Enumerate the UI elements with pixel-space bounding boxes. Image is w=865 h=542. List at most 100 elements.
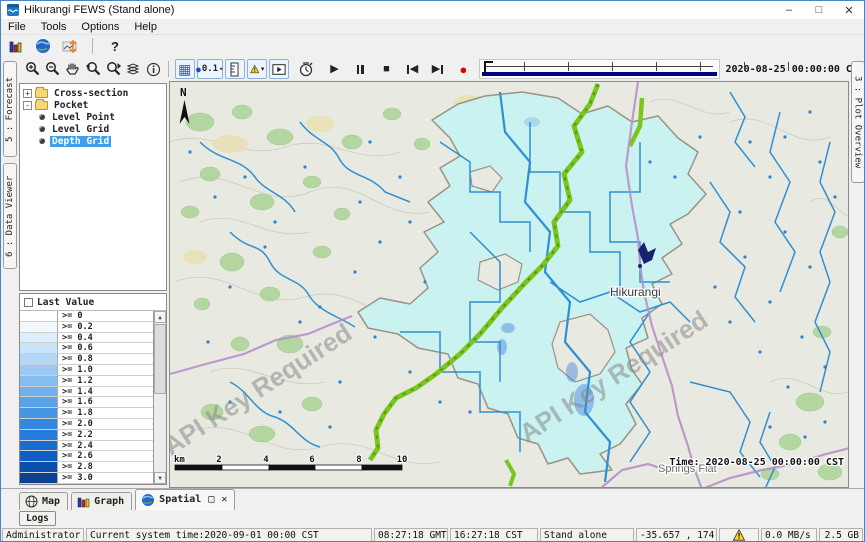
status-memory: 2.5 GB — [819, 528, 863, 542]
last-value-label: Last Value — [37, 297, 94, 308]
dot-icon: ● — [196, 65, 201, 74]
legend-row[interactable]: >= 0.2 — [20, 322, 153, 333]
legend-row[interactable]: >= 0.4 — [20, 333, 153, 344]
tree-item-label: Cross-section — [52, 88, 130, 99]
stop-button[interactable]: ■ — [376, 59, 396, 79]
folder-icon — [35, 89, 48, 98]
legend-row[interactable]: >= 1.0 — [20, 365, 153, 376]
status-bar: Administrator Current system time:2020-0… — [1, 527, 864, 542]
longitudinal-profile-button[interactable] — [60, 36, 80, 56]
legend-row[interactable]: >= 1.2 — [20, 376, 153, 387]
legend-label: >= 2.2 — [58, 430, 93, 440]
tree-item-cross-section[interactable]: + Cross-section — [23, 87, 166, 99]
tab-graph[interactable]: Graph — [71, 492, 132, 510]
help-button[interactable]: ? — [105, 36, 125, 56]
tab-data-viewer[interactable]: 6 : Data Viewer — [3, 163, 17, 269]
export-movie-button[interactable] — [269, 59, 289, 79]
skip-end-icon — [441, 65, 443, 74]
animation-settings-button[interactable] — [296, 59, 316, 79]
legend-row[interactable]: >= 0 — [20, 311, 153, 322]
close-icon[interactable]: ✕ — [834, 1, 864, 19]
app-window: Hikurangi FEWS (Stand alone) – □ ✕ FileT… — [0, 0, 865, 542]
logs-button[interactable]: Logs — [19, 511, 56, 526]
current-time-display: 2020-08-25 00:00:00 CST — [726, 64, 864, 75]
time-slider[interactable] — [479, 59, 719, 79]
pause-button[interactable] — [350, 59, 370, 79]
scroll-up-icon[interactable]: ▲ — [154, 311, 166, 323]
info-button[interactable] — [143, 59, 163, 79]
folder-icon — [35, 101, 48, 110]
node-bullet-icon — [39, 114, 45, 120]
warning-icon — [250, 62, 259, 76]
tab-forecast[interactable]: 5 : Forecast — [3, 61, 17, 157]
tree-item-pocket[interactable]: - Pocket — [23, 99, 166, 111]
svg-text:10: 10 — [397, 455, 408, 465]
play-button[interactable]: ▶ — [324, 59, 344, 79]
legend-row[interactable]: >= 2.4 — [20, 441, 153, 452]
minimize-icon[interactable]: – — [774, 1, 804, 19]
map-view[interactable]: API Key Required API Key Required Hikura… — [169, 81, 849, 488]
tab-graph-label: Graph — [94, 496, 124, 507]
status-warning-cell[interactable] — [719, 528, 759, 542]
zoom-in-button[interactable] — [23, 59, 43, 79]
skip-to-end-button[interactable]: ▶ — [427, 59, 447, 79]
spatial-display-button[interactable] — [33, 36, 53, 56]
expand-icon[interactable]: + — [23, 89, 32, 98]
scroll-down-icon[interactable]: ▼ — [154, 472, 166, 484]
skip-to-start-button[interactable]: ◀ — [402, 59, 422, 79]
legend-label: >= 2.0 — [58, 419, 93, 429]
legend-row[interactable]: >= 1.8 — [20, 408, 153, 419]
database-display-button[interactable] — [6, 36, 26, 56]
legend-row[interactable]: >= 1.6 — [20, 397, 153, 408]
scalebar-toggle-button[interactable] — [225, 59, 245, 79]
warning-dropdown-button[interactable]: ▾ — [247, 59, 268, 79]
maximize-icon[interactable]: □ — [804, 1, 834, 19]
scroll-thumb[interactable] — [154, 324, 166, 394]
legend-row[interactable]: >= 1.4 — [20, 387, 153, 398]
tree-item-level-grid[interactable]: Level Grid — [23, 123, 166, 135]
zoom-next-button[interactable] — [103, 59, 123, 79]
legend-row[interactable]: >= 0.6 — [20, 343, 153, 354]
menu-item-file[interactable]: File — [8, 21, 26, 33]
menu-item-help[interactable]: Help — [134, 21, 157, 33]
menu-item-options[interactable]: Options — [81, 21, 119, 33]
tree-item-label: Pocket — [52, 100, 90, 111]
tree-item-depth-grid[interactable]: Depth Grid — [23, 135, 166, 147]
pan-button[interactable] — [63, 59, 83, 79]
legend-row[interactable]: >= 0.8 — [20, 354, 153, 365]
status-user: Administrator — [2, 528, 84, 542]
tab-close-icon[interactable]: ✕ — [221, 494, 227, 505]
slider-tick — [700, 62, 701, 71]
menu-item-tools[interactable]: Tools — [41, 21, 67, 33]
node-bullet-icon — [39, 138, 45, 144]
legend-color-swatch — [20, 441, 58, 451]
layer-tree: + Cross-section - PocketLevel PointLevel Gr… — [19, 83, 167, 291]
app-logo-icon — [7, 4, 19, 16]
legend-row[interactable]: >= 3.0 — [20, 473, 153, 484]
legend-row[interactable]: >= 2.6 — [20, 451, 153, 462]
grid-toggle-button[interactable]: ▦ — [175, 59, 195, 79]
legend-label: >= 1.6 — [58, 397, 93, 407]
map-canvas: API Key Required API Key Required Hikura… — [170, 82, 849, 488]
tab-spatial[interactable]: Spatial □ ✕ — [135, 489, 235, 510]
menu-bar: File Tools Options Help — [1, 19, 864, 35]
legend-row[interactable]: >= 2.2 — [20, 430, 153, 441]
record-button[interactable]: ● — [453, 59, 473, 79]
legend-color-swatch — [20, 365, 58, 375]
tab-map[interactable]: Map — [19, 492, 68, 510]
tab-maximize-icon[interactable]: □ — [208, 494, 214, 505]
last-value-checkbox[interactable] — [24, 298, 33, 307]
value-threshold-dropdown[interactable]: ● 0.1 ▾ — [197, 59, 223, 79]
legend-row[interactable]: >= 2.8 — [20, 462, 153, 473]
tree-item-level-point[interactable]: Level Point — [23, 111, 166, 123]
clock-icon — [298, 61, 314, 77]
legend-label: >= 1.0 — [58, 365, 93, 375]
legend-color-swatch — [20, 430, 58, 440]
legend-row[interactable]: >= 2.0 — [20, 419, 153, 430]
zoom-previous-button[interactable] — [83, 59, 103, 79]
tab-plot-overview[interactable]: 3 : Plot Overview — [851, 61, 865, 183]
layers-button[interactable] — [123, 59, 143, 79]
legend-scrollbar[interactable]: ▲ ▼ — [153, 311, 166, 484]
collapse-icon[interactable]: - — [23, 101, 32, 110]
zoom-out-button[interactable] — [43, 59, 63, 79]
